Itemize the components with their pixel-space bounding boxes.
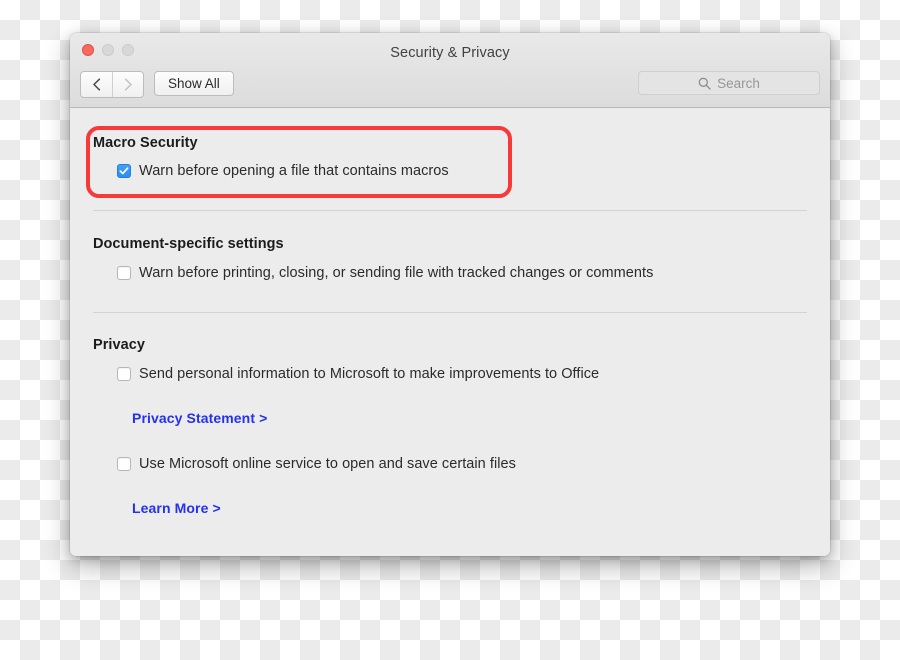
checkbox-warn-before-opening-macros[interactable] xyxy=(117,164,131,178)
window-title: Security & Privacy xyxy=(390,45,510,61)
privacy-statement-link[interactable]: Privacy Statement > xyxy=(132,410,267,426)
section-document-specific-settings: Document-specific settings Warn before p… xyxy=(70,211,830,282)
checkmark-icon xyxy=(119,167,129,175)
back-button[interactable] xyxy=(81,72,112,97)
checkbox-use-microsoft-online-service[interactable] xyxy=(117,457,131,471)
window-toolbar: Security & Privacy Show All Search xyxy=(70,33,830,108)
setting-row-use-online-service[interactable]: Use Microsoft online service to open and… xyxy=(117,455,807,473)
show-all-button[interactable]: Show All xyxy=(154,71,234,96)
screenshot-canvas: Security & Privacy Show All Search Macro… xyxy=(0,0,900,660)
section-macro-security: Macro Security Warn before opening a fil… xyxy=(70,108,830,180)
search-field[interactable]: Search xyxy=(638,71,820,95)
search-icon xyxy=(698,77,711,90)
setting-row-warn-macros[interactable]: Warn before opening a file that contains… xyxy=(117,162,807,180)
forward-button[interactable] xyxy=(112,72,143,97)
chevron-right-icon xyxy=(124,78,132,91)
label-warn-before-opening-macros: Warn before opening a file that contains… xyxy=(139,163,449,179)
security-privacy-window: Security & Privacy Show All Search Macro… xyxy=(70,33,830,556)
section-title-document-specific-settings: Document-specific settings xyxy=(93,236,284,252)
checkbox-warn-before-printing[interactable] xyxy=(117,266,131,280)
setting-row-warn-tracked-changes[interactable]: Warn before printing, closing, or sendin… xyxy=(117,264,807,282)
search-input[interactable]: Search xyxy=(717,76,760,91)
section-title-privacy: Privacy xyxy=(93,337,145,353)
link-row-privacy-statement: Privacy Statement > xyxy=(132,410,807,428)
section-privacy: Privacy Send personal information to Mic… xyxy=(70,313,830,518)
show-all-label: Show All xyxy=(168,76,220,91)
learn-more-link[interactable]: Learn More > xyxy=(132,500,221,516)
label-send-personal-information: Send personal information to Microsoft t… xyxy=(139,366,600,382)
chevron-left-icon xyxy=(93,78,101,91)
section-title-macro-security: Macro Security xyxy=(93,135,198,151)
label-warn-before-printing: Warn before printing, closing, or sendin… xyxy=(139,265,654,281)
setting-row-send-personal-info[interactable]: Send personal information to Microsoft t… xyxy=(117,365,807,383)
link-row-learn-more: Learn More > xyxy=(132,500,807,518)
checkbox-send-personal-information[interactable] xyxy=(117,367,131,381)
navigation-buttons xyxy=(80,71,144,98)
preference-pane-body: Macro Security Warn before opening a fil… xyxy=(70,108,830,556)
label-use-microsoft-online-service: Use Microsoft online service to open and… xyxy=(139,456,516,472)
